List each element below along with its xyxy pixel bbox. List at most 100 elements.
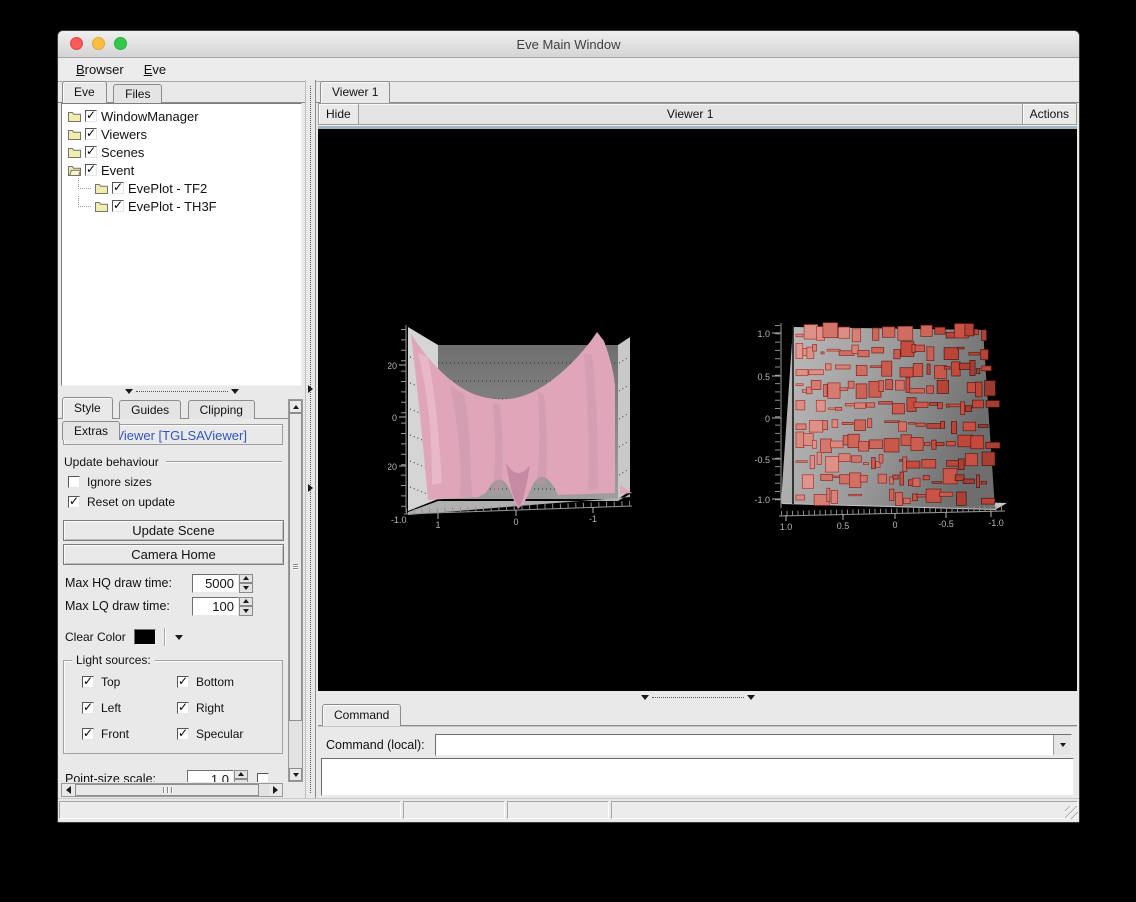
tab-viewer-1[interactable]: Viewer 1 bbox=[320, 81, 390, 103]
tree-checkbox[interactable] bbox=[85, 128, 97, 140]
tree-item-label: Event bbox=[101, 163, 134, 178]
command-history-dropdown[interactable] bbox=[1053, 735, 1071, 755]
svg-text:0: 0 bbox=[765, 414, 770, 424]
tab-files[interactable]: Files bbox=[113, 84, 162, 103]
minimize-window-button[interactable] bbox=[92, 37, 105, 50]
light-left-checkbox[interactable] bbox=[82, 702, 94, 714]
zoom-window-button[interactable] bbox=[114, 37, 127, 50]
tab-clipping[interactable]: Clipping bbox=[188, 400, 255, 419]
left-panel: Eve Files WindowManager Viewers Scen bbox=[58, 80, 305, 799]
step-up-button[interactable] bbox=[234, 770, 248, 780]
light-left-label: Left bbox=[101, 701, 121, 715]
light-specular-checkbox[interactable] bbox=[177, 728, 189, 740]
step-up-button[interactable] bbox=[239, 597, 253, 607]
tree-item-windowmanager[interactable]: WindowManager bbox=[64, 107, 299, 125]
tree-checkbox[interactable] bbox=[112, 200, 124, 212]
step-up-button[interactable] bbox=[239, 574, 253, 584]
tree-checkbox[interactable] bbox=[85, 146, 97, 158]
scroll-up-button[interactable] bbox=[289, 400, 302, 413]
style-vertical-scrollbar[interactable] bbox=[288, 399, 303, 782]
step-down-button[interactable] bbox=[239, 606, 253, 616]
tree-item-scenes[interactable]: Scenes bbox=[64, 143, 299, 161]
tab-eve[interactable]: Eve bbox=[62, 81, 107, 103]
tab-guides[interactable]: Guides bbox=[119, 400, 181, 419]
gl-viewport[interactable]: 20 0 -20 1 0 -1 -1.0 bbox=[318, 129, 1077, 691]
tree-checkbox[interactable] bbox=[85, 110, 97, 122]
tab-extras[interactable]: Extras bbox=[62, 421, 120, 440]
eve-tree: WindowManager Viewers Scenes Event bbox=[61, 103, 302, 386]
light-right-checkbox[interactable] bbox=[177, 702, 189, 714]
hide-button[interactable]: Hide bbox=[319, 104, 359, 124]
tree-item-eveplot-tf2[interactable]: EvePlot - TF2 bbox=[64, 179, 299, 197]
point-size-input[interactable]: 1.0 bbox=[187, 770, 234, 783]
close-window-button[interactable] bbox=[70, 37, 83, 50]
desktop: { "window": { "title": "Eve Main Window"… bbox=[0, 0, 1136, 902]
max-lq-row: Max LQ draw time: 100 bbox=[65, 595, 286, 617]
update-scene-button[interactable]: Update Scene bbox=[63, 520, 284, 541]
ignore-sizes-row: Ignore sizes bbox=[68, 473, 286, 491]
light-bottom-checkbox[interactable] bbox=[177, 676, 189, 688]
tree-item-eveplot-th3f[interactable]: EvePlot - TH3F bbox=[64, 197, 299, 215]
scroll-left-button[interactable] bbox=[62, 784, 75, 796]
status-bar bbox=[58, 798, 1079, 822]
light-bottom-row: Bottom bbox=[177, 673, 282, 691]
light-front-checkbox[interactable] bbox=[82, 728, 94, 740]
resize-grip[interactable] bbox=[1065, 806, 1078, 819]
max-lq-label: Max LQ draw time: bbox=[65, 599, 170, 613]
step-down-button[interactable] bbox=[234, 779, 248, 782]
max-hq-row: Max HQ draw time: 5000 bbox=[65, 572, 286, 594]
light-top-row: Top bbox=[82, 673, 177, 691]
tree-item-event[interactable]: Event bbox=[64, 161, 299, 179]
light-top-checkbox[interactable] bbox=[82, 676, 94, 688]
ignore-sizes-checkbox[interactable] bbox=[68, 476, 80, 488]
command-output[interactable] bbox=[321, 758, 1074, 796]
status-cell bbox=[403, 801, 505, 819]
tree-checkbox[interactable] bbox=[85, 164, 97, 176]
tree-item-label: Viewers bbox=[101, 127, 147, 142]
svg-text:0: 0 bbox=[892, 520, 897, 530]
scrollbar-thumb[interactable] bbox=[75, 784, 259, 796]
tree-checkbox[interactable] bbox=[112, 182, 124, 194]
status-cell bbox=[59, 801, 401, 819]
max-hq-stepper bbox=[239, 574, 253, 593]
thumb-grip bbox=[163, 787, 173, 793]
point-size-label: Point-size scale: bbox=[65, 772, 156, 782]
titlebar[interactable]: Eve Main Window bbox=[58, 31, 1079, 58]
step-down-button[interactable] bbox=[239, 583, 253, 593]
clear-color-dropdown[interactable] bbox=[173, 629, 186, 645]
svg-text:0: 0 bbox=[513, 517, 518, 527]
style-horizontal-scrollbar[interactable] bbox=[61, 783, 283, 797]
camera-home-button[interactable]: Camera Home bbox=[63, 544, 284, 565]
svg-text:-1.0: -1.0 bbox=[754, 495, 770, 505]
svg-text:-0.5: -0.5 bbox=[754, 455, 770, 465]
menu-eve[interactable]: Eve bbox=[134, 60, 176, 79]
update-behaviour-heading: Update behaviour bbox=[64, 455, 282, 469]
viewer-command-splitter[interactable] bbox=[318, 691, 1077, 703]
chevron-down-icon bbox=[175, 635, 183, 640]
scroll-right-button[interactable] bbox=[269, 784, 282, 796]
scrollbar-thumb[interactable] bbox=[289, 413, 302, 721]
actions-button[interactable]: Actions bbox=[1022, 104, 1076, 124]
folder-open-icon bbox=[68, 165, 81, 176]
chevron-down-icon bbox=[1060, 743, 1066, 747]
reset-on-update-checkbox[interactable] bbox=[68, 496, 80, 508]
light-front-row: Front bbox=[82, 725, 177, 743]
tab-command[interactable]: Command bbox=[322, 704, 401, 726]
splitter-arrow-icon bbox=[641, 695, 649, 700]
max-hq-label: Max HQ draw time: bbox=[65, 576, 172, 590]
panel-splitter[interactable] bbox=[305, 80, 316, 799]
tab-style[interactable]: Style bbox=[62, 397, 113, 419]
point-size-checkbox[interactable] bbox=[257, 773, 269, 782]
tree-item-viewers[interactable]: Viewers bbox=[64, 125, 299, 143]
max-hq-input[interactable]: 5000 bbox=[192, 574, 239, 593]
clear-color-swatch[interactable] bbox=[134, 629, 156, 645]
max-lq-input[interactable]: 100 bbox=[192, 597, 239, 616]
command-input[interactable] bbox=[435, 734, 1072, 756]
menu-browser[interactable]: Browser bbox=[66, 60, 134, 79]
tree-style-splitter[interactable] bbox=[58, 386, 305, 396]
tree-item-label: EvePlot - TF2 bbox=[128, 181, 207, 196]
scroll-down-button[interactable] bbox=[289, 768, 302, 781]
light-sources-group: Light sources: Top Bottom Left bbox=[63, 660, 283, 754]
tree-connector bbox=[78, 178, 91, 189]
max-lq-stepper bbox=[239, 597, 253, 616]
